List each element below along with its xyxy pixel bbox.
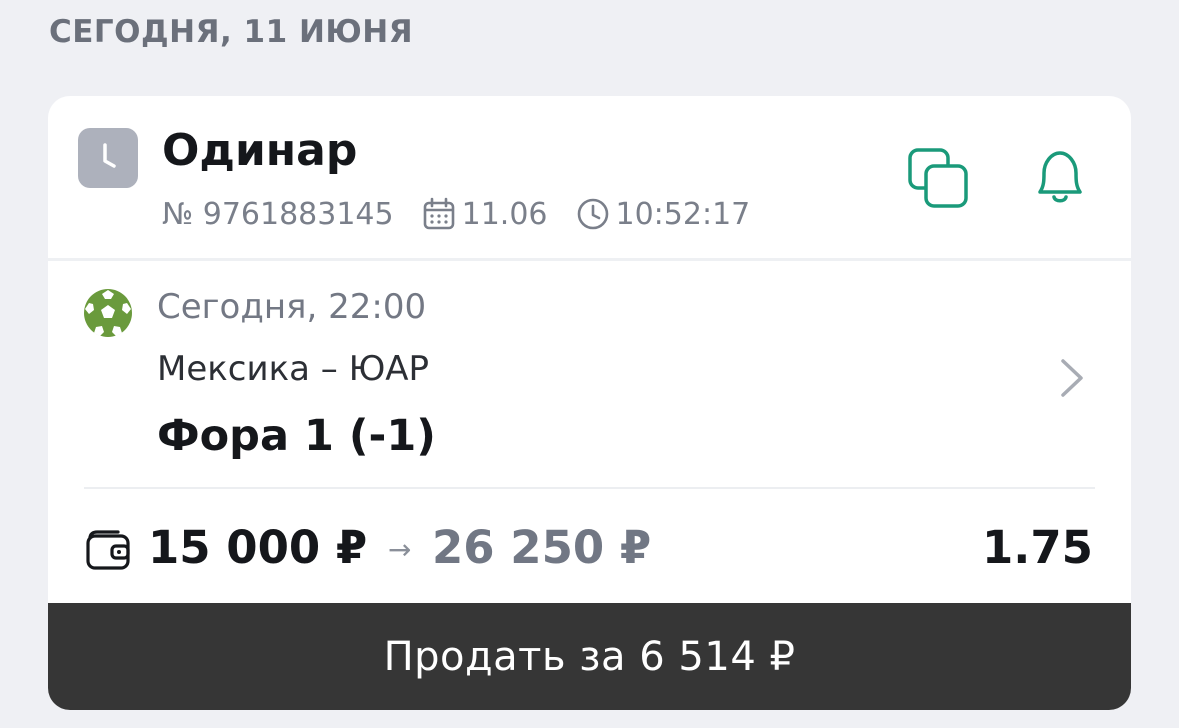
bet-number: № 9761883145 bbox=[162, 196, 394, 232]
payout-amount: 26 250 ₽ bbox=[432, 521, 652, 574]
odds-value: 1.75 bbox=[981, 521, 1093, 574]
date-header: СЕГОДНЯ, 11 ИЮНЯ bbox=[49, 14, 414, 50]
event-teams: Мексика – ЮАР bbox=[157, 349, 430, 389]
wallet-icon bbox=[86, 530, 130, 570]
amounts-row: 15 000 ₽ → 26 250 ₽ 1.75 bbox=[48, 516, 1131, 580]
calendar-icon bbox=[422, 197, 456, 231]
event-row[interactable]: Сегодня, 22:00 Мексика – ЮАР Фора 1 (-1) bbox=[48, 261, 1131, 489]
event-market: Фора 1 (-1) bbox=[157, 411, 436, 461]
bell-icon bbox=[1038, 151, 1082, 203]
arrow-right-icon: → bbox=[388, 533, 412, 566]
bet-card: Одинар № 9761883145 11.06 10:52:17 Сегод… bbox=[48, 96, 1131, 710]
copy-icon bbox=[908, 148, 968, 208]
bet-card-header: Одинар № 9761883145 11.06 10:52:17 bbox=[48, 96, 1131, 261]
event-start-time: Сегодня, 22:00 bbox=[157, 287, 427, 327]
stake-amount: 15 000 ₽ bbox=[148, 521, 368, 574]
bet-meta: № 9761883145 11.06 10:52:17 bbox=[162, 194, 750, 234]
clock-icon bbox=[78, 128, 138, 188]
bet-date: 11.06 bbox=[461, 196, 548, 232]
bet-time: 10:52:17 bbox=[615, 196, 751, 232]
copy-button[interactable] bbox=[904, 144, 974, 214]
sell-button[interactable]: Продать за 6 514 ₽ bbox=[48, 603, 1131, 710]
bet-type-title: Одинар bbox=[162, 125, 358, 176]
football-icon bbox=[84, 289, 132, 337]
divider bbox=[84, 487, 1095, 489]
notify-button[interactable] bbox=[1025, 144, 1095, 214]
time-icon bbox=[576, 197, 610, 231]
chevron-right-icon bbox=[1061, 359, 1083, 397]
